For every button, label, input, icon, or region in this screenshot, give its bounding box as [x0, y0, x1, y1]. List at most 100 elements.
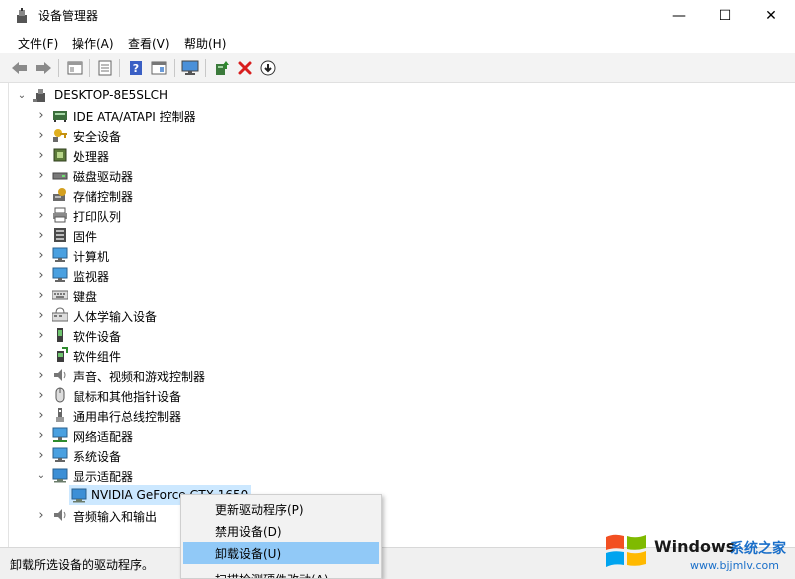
- expand-arrow-icon[interactable]: ›: [36, 328, 46, 343]
- ctx-disable-device[interactable]: 禁用设备(D): [183, 520, 379, 542]
- monitor-icon[interactable]: [181, 59, 199, 77]
- tree-item-label: 显示适配器: [73, 470, 134, 484]
- expand-arrow-icon[interactable]: ›: [36, 508, 46, 523]
- tree-item-display-adapter[interactable]: ⌄ 显示适配器: [9, 465, 409, 485]
- minimize-button[interactable]: —: [656, 0, 702, 31]
- software-device-icon: [57, 328, 63, 342]
- svg-text:?: ?: [133, 62, 139, 75]
- tree-item-disk-drive[interactable]: › 磁盘驱动器: [9, 165, 409, 185]
- tree-item-label: 声音、视频和游戏控制器: [73, 370, 206, 384]
- display-adapter-icon: [71, 488, 87, 503]
- device-manager-icon: [17, 8, 27, 23]
- tree-item-label: 通用串行总线控制器: [73, 410, 182, 424]
- ctx-scan-hardware[interactable]: 扫描检测硬件改动(A): [183, 568, 379, 579]
- expand-arrow-icon[interactable]: ›: [36, 248, 46, 263]
- expand-arrow-icon[interactable]: ›: [36, 448, 46, 463]
- collapse-arrow-icon[interactable]: ⌄: [36, 470, 46, 481]
- tree-item-storage-controller[interactable]: › 存储控制器: [9, 185, 409, 205]
- expand-arrow-icon[interactable]: ›: [36, 168, 46, 183]
- speaker-icon: [54, 369, 66, 381]
- tree-item-printer[interactable]: › 打印队列: [9, 205, 409, 225]
- tree-item-system-device[interactable]: › 系统设备: [9, 445, 409, 465]
- expand-arrow-icon[interactable]: ›: [36, 428, 46, 443]
- expand-arrow-icon[interactable]: ›: [36, 288, 46, 303]
- display-adapter-icon: [52, 468, 68, 483]
- tree-item-label: 磁盘驱动器: [73, 170, 134, 184]
- tree-item-processor[interactable]: › 处理器: [9, 145, 409, 165]
- expand-arrow-icon[interactable]: ›: [36, 268, 46, 283]
- processor-icon: [53, 148, 67, 162]
- back-arrow-icon[interactable]: [11, 59, 29, 77]
- maximize-button[interactable]: ☐: [702, 0, 748, 31]
- storage-controller-icon: [53, 188, 66, 201]
- close-button[interactable]: ✕: [748, 0, 794, 31]
- device-tree[interactable]: ⌄ DESKTOP-8E5SLCH › IDE ATA/ATAPI 控制器 › 安全设…: [8, 83, 795, 547]
- tree-item-label: 存储控制器: [73, 190, 134, 204]
- tree-item-monitor[interactable]: › 监视器: [9, 265, 409, 285]
- update-driver-icon[interactable]: [213, 59, 231, 77]
- tree-item-mouse[interactable]: › 鼠标和其他指针设备: [9, 385, 409, 405]
- expand-arrow-icon[interactable]: ›: [36, 108, 46, 123]
- computer-tower-icon: [33, 89, 45, 102]
- expand-arrow-icon[interactable]: ›: [36, 408, 46, 423]
- tree-item-usb[interactable]: › 通用串行总线控制器: [9, 405, 409, 425]
- tree-item-label: 软件组件: [73, 350, 122, 364]
- tree-item-security-key[interactable]: › 安全设备: [9, 125, 409, 145]
- disk-drive-icon: [52, 172, 68, 180]
- menu-action[interactable]: 操作(A): [72, 35, 114, 52]
- tree-view-icon[interactable]: [66, 59, 84, 77]
- tree-item-label: 音频输入和输出: [73, 510, 158, 524]
- windows-logo-icon: [606, 534, 646, 567]
- tree-item-label: 系统设备: [73, 450, 122, 464]
- menu-help[interactable]: 帮助(H): [184, 35, 226, 52]
- network-adapter-icon: [52, 427, 68, 442]
- watermark: Windows 系统之家 www.bjjmlv.com: [596, 521, 795, 579]
- tree-item-ide-controller[interactable]: › IDE ATA/ATAPI 控制器: [9, 105, 409, 125]
- tree-item-software-device[interactable]: › 软件设备: [9, 325, 409, 345]
- tree-item-speaker[interactable]: › 声音、视频和游戏控制器: [9, 365, 409, 385]
- tree-item-network-adapter[interactable]: › 网络适配器: [9, 425, 409, 445]
- expand-arrow-icon[interactable]: ›: [36, 308, 46, 323]
- expand-arrow-icon[interactable]: ›: [36, 228, 46, 243]
- download-icon[interactable]: [259, 59, 277, 77]
- tree-item-software-component[interactable]: › 软件组件: [9, 345, 409, 365]
- collapse-arrow-icon[interactable]: ⌄: [17, 90, 27, 101]
- firmware-icon: [54, 228, 66, 242]
- tree-root[interactable]: ⌄ DESKTOP-8E5SLCH: [9, 85, 309, 105]
- tree-item-hid[interactable]: › 人体学输入设备: [9, 305, 409, 325]
- expand-arrow-icon[interactable]: ›: [36, 368, 46, 383]
- watermark-site-name: 系统之家: [730, 541, 786, 557]
- tree-item-label: 鼠标和其他指针设备: [73, 390, 182, 404]
- ide-controller-icon: [53, 111, 67, 122]
- help-icon[interactable]: ?: [127, 59, 145, 77]
- tree-item-label: 网络适配器: [73, 430, 134, 444]
- watermark-url: www.bjjmlv.com: [690, 559, 779, 572]
- expand-arrow-icon[interactable]: ›: [36, 348, 46, 363]
- tree-item-keyboard[interactable]: › 键盘: [9, 285, 409, 305]
- properties-icon[interactable]: [96, 59, 114, 77]
- view-icon[interactable]: [150, 59, 168, 77]
- window-title: 设备管理器: [38, 9, 99, 23]
- forward-arrow-icon[interactable]: [34, 59, 52, 77]
- expand-arrow-icon[interactable]: ›: [36, 148, 46, 163]
- uninstall-x-icon[interactable]: [236, 59, 254, 77]
- menu-bar: 文件(F) 操作(A) 查看(V) 帮助(H): [0, 31, 795, 53]
- menu-file[interactable]: 文件(F): [18, 35, 58, 52]
- menu-view[interactable]: 查看(V): [128, 35, 170, 52]
- title-bar: 设备管理器 — ☐ ✕: [0, 0, 795, 31]
- tree-item-computer[interactable]: › 计算机: [9, 245, 409, 265]
- usb-icon: [56, 408, 64, 422]
- expand-arrow-icon[interactable]: ›: [36, 208, 46, 223]
- tree-item-label: 安全设备: [73, 130, 122, 144]
- monitor-icon: [52, 267, 68, 282]
- ctx-update-driver[interactable]: 更新驱动程序(P): [183, 498, 379, 520]
- ctx-uninstall-device[interactable]: 卸载设备(U): [183, 542, 379, 564]
- printer-icon: [53, 207, 67, 223]
- expand-arrow-icon[interactable]: ›: [36, 388, 46, 403]
- expand-arrow-icon[interactable]: ›: [36, 188, 46, 203]
- security-key-icon: [53, 129, 67, 142]
- expand-arrow-icon[interactable]: ›: [36, 128, 46, 143]
- tree-item-firmware[interactable]: › 固件: [9, 225, 409, 245]
- computer-icon: [52, 247, 68, 262]
- hid-icon: [52, 307, 68, 322]
